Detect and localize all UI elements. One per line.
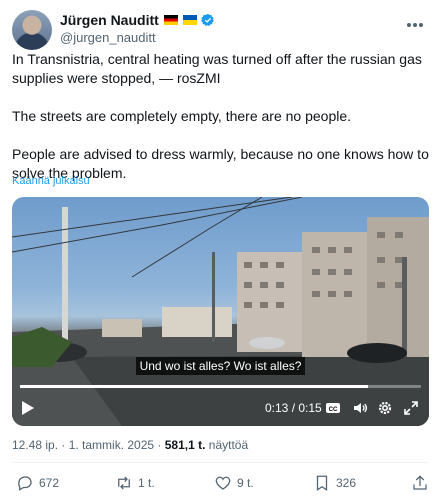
views-label: näyttöä <box>205 438 249 452</box>
more-options-icon[interactable] <box>407 14 429 28</box>
captions-icon[interactable]: CC <box>325 400 341 416</box>
repost-count: 1 t. <box>138 476 155 490</box>
tweet-paragraph: In Transnistria, central heating was tur… <box>12 51 422 86</box>
bookmark-button[interactable]: 326 <box>313 474 356 492</box>
volume-icon[interactable] <box>352 400 368 416</box>
subtitle-text: Und wo ist alles? Wo ist alles? <box>135 357 306 375</box>
translate-link[interactable]: Käännä julkaisu <box>12 175 90 187</box>
heart-icon <box>215 476 231 490</box>
video-controls: 0:13 / 0:15 CC <box>12 397 429 419</box>
handle[interactable]: @jurgen_nauditt <box>60 30 215 45</box>
video-subtitle: Und wo ist alles? Wo ist alles? <box>12 357 429 375</box>
avatar[interactable] <box>12 10 52 50</box>
bookmark-count: 326 <box>336 476 357 490</box>
ukraine-flag-icon <box>182 15 197 25</box>
reply-count: 672 <box>39 476 60 490</box>
author-info: Jürgen Nauditt @jurgen_nauditt <box>60 11 215 45</box>
repost-button[interactable]: 1 t. <box>115 474 155 492</box>
share-icon <box>413 475 427 490</box>
tweet-text: In Transnistria, central heating was tur… <box>12 50 430 183</box>
share-button[interactable] <box>411 474 429 492</box>
tweet-paragraph: The streets are completely empty, there … <box>12 108 352 124</box>
video-player[interactable]: Und wo ist alles? Wo ist alles? 0:13 / 0… <box>12 197 429 426</box>
fullscreen-icon[interactable] <box>403 400 419 416</box>
video-time: 0:13 / 0:15 <box>265 401 322 415</box>
video-progress-fill <box>20 385 368 388</box>
timestamp[interactable]: 12.48 ip. · 1. tammik. 2025 · <box>12 438 165 452</box>
video-progress-bar[interactable] <box>20 385 421 388</box>
like-count: 9 t. <box>237 476 254 490</box>
reply-button[interactable]: 672 <box>16 474 59 492</box>
like-button[interactable]: 9 t. <box>214 474 254 492</box>
tweet-header: Jürgen Nauditt @jurgen_nauditt <box>12 10 429 52</box>
bookmark-icon <box>316 475 328 491</box>
display-name[interactable]: Jürgen Nauditt <box>60 12 159 28</box>
action-bar: 672 1 t. 9 t. 326 <box>12 474 429 494</box>
video-frame <box>12 197 429 426</box>
svg-text:CC: CC <box>329 407 338 413</box>
reply-icon <box>18 476 32 491</box>
play-icon[interactable] <box>22 401 34 415</box>
tweet-meta: 12.48 ip. · 1. tammik. 2025 · 581,1 t. n… <box>12 438 248 452</box>
settings-gear-icon[interactable] <box>377 400 393 416</box>
divider <box>12 462 429 463</box>
display-name-row: Jürgen Nauditt <box>60 11 215 29</box>
repost-icon <box>118 476 130 490</box>
verified-badge-icon[interactable] <box>200 13 215 27</box>
germany-flag-icon <box>163 15 178 25</box>
views-count: 581,1 t. <box>164 438 206 452</box>
